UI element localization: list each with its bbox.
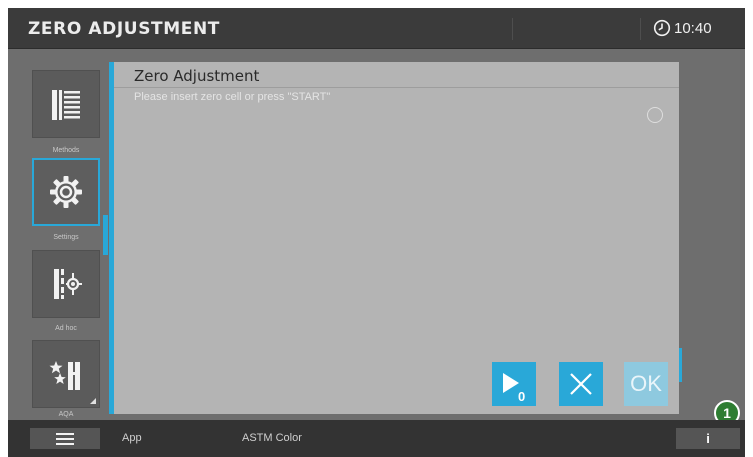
sidebar-item-label: Settings — [53, 234, 79, 241]
bottom-bar: App ASTM Color i — [8, 420, 745, 457]
top-bar-divider — [640, 18, 641, 40]
ok-button-label: OK — [630, 371, 662, 396]
aqa-icon — [49, 361, 80, 390]
sidebar-item-aqa[interactable] — [32, 340, 100, 408]
submenu-indicator-icon — [90, 398, 96, 404]
device-screen: ZERO ADJUSTMENT 10:40 Methods Settings A… — [8, 8, 745, 457]
hamburger-menu-icon — [56, 432, 74, 445]
ok-button[interactable]: OK — [624, 362, 668, 406]
clock-icon — [653, 19, 671, 37]
zero-adjustment-dialog: Zero Adjustment Please insert zero cell … — [114, 62, 740, 426]
page-title: ZERO ADJUSTMENT — [28, 19, 220, 39]
sidebar-item-label: AQA — [58, 411, 74, 418]
info-button[interactable]: i — [676, 428, 740, 449]
top-bar: ZERO ADJUSTMENT 10:40 — [8, 8, 745, 49]
clock: 10:40 — [653, 19, 712, 37]
close-icon — [570, 373, 592, 395]
scroll-indicator — [679, 348, 682, 382]
cancel-button[interactable] — [559, 362, 603, 406]
active-tab-indicator — [103, 215, 108, 255]
status-indicator-icon — [647, 107, 663, 123]
play-zero-icon: 0 — [503, 373, 525, 404]
sidebar-item-label: Methods — [52, 147, 80, 154]
sidebar-item-ad-hoc[interactable] — [32, 250, 100, 318]
sidebar-item-label: Ad hoc — [55, 325, 77, 332]
gear-icon — [50, 176, 82, 208]
dialog-divider — [114, 87, 679, 88]
menu-button[interactable] — [30, 428, 100, 449]
methods-icon — [52, 90, 80, 120]
sidebar-item-settings[interactable] — [32, 158, 100, 226]
footer-app-label: App — [122, 432, 142, 444]
top-bar-divider — [512, 18, 513, 40]
ad-hoc-icon — [54, 269, 82, 299]
sidebar: Methods Settings Ad hoc AQA — [8, 50, 110, 418]
start-button[interactable]: 0 — [492, 362, 536, 406]
footer-method-label: ASTM Color — [242, 432, 302, 444]
start-subscript: 0 — [518, 389, 525, 404]
dialog-title: Zero Adjustment — [134, 67, 260, 85]
dialog-message: Please insert zero cell or press "START" — [134, 91, 331, 103]
clock-time: 10:40 — [674, 19, 712, 37]
sidebar-item-methods[interactable] — [32, 70, 100, 138]
